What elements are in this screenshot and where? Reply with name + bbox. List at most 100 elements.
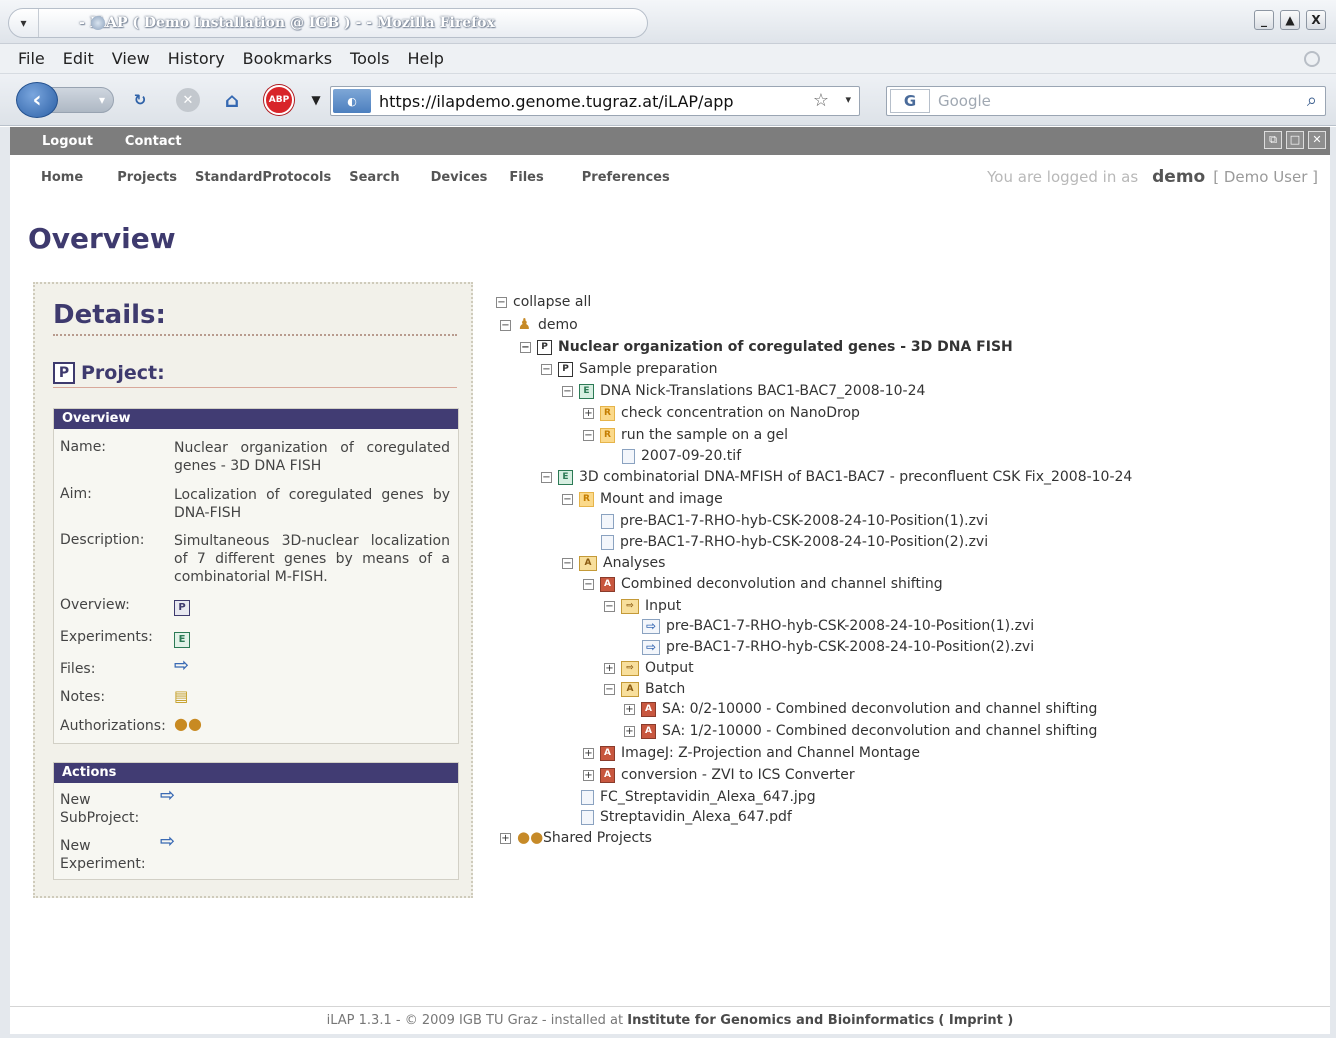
- arrow-right-icon[interactable]: ⇨: [160, 785, 175, 806]
- tree-node-analysis[interactable]: + A conversion - ZVI to ICS Converter: [583, 765, 855, 785]
- tree-node-file[interactable]: Streptavidin_Alexa_647.pdf: [581, 807, 792, 827]
- tree-node-label[interactable]: Analyses: [603, 555, 665, 571]
- url-text[interactable]: https://ilapdemo.genome.tugraz.at/iLAP/a…: [379, 92, 734, 111]
- notes-link[interactable]: ▤: [174, 687, 450, 706]
- institute-link[interactable]: Institute for Genomics and Bioinformatic…: [627, 1013, 934, 1028]
- files-link[interactable]: ⇨: [174, 657, 450, 676]
- tree-node-subproject[interactable]: − P Sample preparation: [541, 359, 718, 379]
- minimize-button[interactable]: _: [1254, 10, 1274, 30]
- tree-node-label[interactable]: run the sample on a gel: [621, 427, 788, 443]
- collapse-all-label[interactable]: collapse all: [513, 294, 591, 310]
- collapse-icon[interactable]: −: [562, 385, 573, 397]
- tree-node-analysis[interactable]: + A ImageJ: Z-Projection and Channel Mon…: [583, 743, 920, 763]
- reload-icon[interactable]: ↻: [128, 88, 152, 112]
- overview-link[interactable]: P: [174, 597, 450, 616]
- expand-icon[interactable]: +: [604, 662, 615, 674]
- collapse-icon[interactable]: −: [562, 493, 573, 505]
- tree-node-label[interactable]: pre-BAC1-7-RHO-hyb-CSK-2008-24-10-Positi…: [666, 618, 1034, 634]
- close-icon[interactable]: ✕: [1308, 131, 1326, 149]
- close-button[interactable]: X: [1306, 10, 1326, 30]
- tree-node-label[interactable]: Batch: [645, 681, 685, 697]
- home-icon[interactable]: ⌂: [220, 88, 244, 112]
- new-experiment-button[interactable]: ⇨: [160, 833, 436, 852]
- tree-node-file[interactable]: 2007-09-20.tif: [622, 446, 741, 466]
- tree-node-label[interactable]: Combined deconvolution and channel shift…: [621, 576, 943, 592]
- arrow-right-icon[interactable]: ⇨: [160, 831, 175, 852]
- expand-icon[interactable]: +: [500, 832, 511, 844]
- tree-node-label[interactable]: check concentration on NanoDrop: [621, 405, 860, 421]
- restore-icon[interactable]: ⧉: [1264, 131, 1282, 149]
- tree-node-analysis[interactable]: + A SA: 0/2-10000 - Combined deconvoluti…: [624, 699, 1097, 719]
- experiments-link[interactable]: E: [174, 629, 450, 648]
- tree-node-file[interactable]: FC_Streptavidin_Alexa_647.jpg: [581, 787, 816, 807]
- tree-node-analysis[interactable]: + A SA: 1/2-10000 - Combined deconvoluti…: [624, 721, 1097, 741]
- bookmark-star-icon[interactable]: ☆: [813, 90, 829, 111]
- site-identity-icon[interactable]: ◐: [333, 89, 371, 113]
- maximize-icon[interactable]: □: [1286, 131, 1304, 149]
- tree-node-label[interactable]: Nuclear organization of coregulated gene…: [558, 339, 1013, 355]
- collapse-icon[interactable]: −: [583, 429, 594, 441]
- collapse-icon[interactable]: −: [496, 296, 507, 308]
- tree-node-label[interactable]: Streptavidin_Alexa_647.pdf: [600, 809, 792, 825]
- tree-node-step[interactable]: − R Mount and image: [562, 489, 723, 509]
- tree-node-file[interactable]: ⇨ pre-BAC1-7-RHO-hyb-CSK-2008-24-10-Posi…: [642, 616, 1034, 636]
- experiment-icon[interactable]: E: [174, 632, 190, 648]
- stop-icon[interactable]: ✕: [176, 88, 200, 112]
- tree-node-label[interactable]: Output: [645, 660, 694, 676]
- tree-node-file[interactable]: pre-BAC1-7-RHO-hyb-CSK-2008-24-10-Positi…: [601, 511, 988, 531]
- collapse-icon[interactable]: −: [520, 341, 531, 353]
- menu-file[interactable]: File: [18, 49, 45, 68]
- tree-node-label[interactable]: pre-BAC1-7-RHO-hyb-CSK-2008-24-10-Positi…: [620, 513, 988, 529]
- collapse-icon[interactable]: −: [500, 319, 511, 331]
- project-icon[interactable]: P: [174, 600, 190, 616]
- collapse-icon[interactable]: −: [562, 557, 573, 569]
- tree-node-label[interactable]: FC_Streptavidin_Alexa_647.jpg: [600, 789, 816, 805]
- expand-icon[interactable]: +: [624, 703, 635, 715]
- tree-node-label[interactable]: Mount and image: [600, 491, 723, 507]
- collapse-all-link[interactable]: − collapse all: [496, 292, 591, 312]
- tree-node-experiment[interactable]: − E 3D combinatorial DNA-MFISH of BAC1-B…: [541, 467, 1132, 487]
- tree-node-label[interactable]: 3D combinatorial DNA-MFISH of BAC1-BAC7 …: [579, 469, 1132, 485]
- nav-search[interactable]: Search: [349, 170, 399, 185]
- forward-button[interactable]: ▾: [50, 87, 114, 113]
- tree-node-shared-projects[interactable]: + ●● Shared Projects: [500, 828, 652, 848]
- tree-node-label[interactable]: Shared Projects: [543, 830, 652, 846]
- collapse-icon[interactable]: −: [604, 600, 615, 612]
- tree-node-label[interactable]: pre-BAC1-7-RHO-hyb-CSK-2008-24-10-Positi…: [620, 534, 988, 550]
- expand-icon[interactable]: +: [583, 747, 594, 759]
- arrow-right-icon[interactable]: ⇨: [174, 655, 189, 676]
- collapse-icon[interactable]: −: [604, 683, 615, 695]
- search-icon[interactable]: ⌕: [1307, 90, 1317, 111]
- tree-node-label[interactable]: ImageJ: Z-Projection and Channel Montage: [621, 745, 920, 761]
- nav-preferences[interactable]: Preferences: [582, 170, 670, 185]
- authorizations-link[interactable]: ●●: [174, 715, 450, 734]
- tree-node-analyses[interactable]: − A Analyses: [562, 553, 665, 573]
- url-dropdown-icon[interactable]: ▾: [845, 93, 851, 106]
- adblock-dropdown-icon[interactable]: ▼: [304, 88, 328, 112]
- tree-node-output[interactable]: + ⇨ Output: [604, 658, 694, 678]
- note-icon[interactable]: ▤: [174, 687, 188, 705]
- tree-node-label[interactable]: conversion - ZVI to ICS Converter: [621, 767, 855, 783]
- tree-node-label[interactable]: Input: [645, 598, 681, 614]
- maximize-button[interactable]: ▲: [1280, 10, 1300, 30]
- tree-node-label[interactable]: 2007-09-20.tif: [641, 448, 741, 464]
- nav-projects[interactable]: Projects: [117, 170, 177, 185]
- tree-node-project[interactable]: − P Nuclear organization of coregulated …: [520, 337, 1013, 357]
- tree-node-step[interactable]: + R check concentration on NanoDrop: [583, 403, 860, 423]
- nav-devices[interactable]: Devices: [431, 170, 488, 185]
- tree-node-step[interactable]: − R run the sample on a gel: [583, 425, 788, 445]
- search-input[interactable]: Google: [938, 92, 991, 110]
- tree-node-label[interactable]: SA: 0/2-10000 - Combined deconvolution a…: [662, 701, 1097, 717]
- users-icon[interactable]: ●●: [174, 714, 202, 733]
- tree-node-label[interactable]: pre-BAC1-7-RHO-hyb-CSK-2008-24-10-Positi…: [666, 639, 1034, 655]
- nav-standard-protocols[interactable]: StandardProtocols: [195, 170, 331, 185]
- tree-node-file[interactable]: pre-BAC1-7-RHO-hyb-CSK-2008-24-10-Positi…: [601, 532, 988, 552]
- tree-node-batch[interactable]: − A Batch: [604, 679, 685, 699]
- menu-tools[interactable]: Tools: [350, 49, 389, 68]
- menu-bookmarks[interactable]: Bookmarks: [243, 49, 332, 68]
- collapse-icon[interactable]: −: [541, 471, 552, 483]
- expand-icon[interactable]: +: [624, 725, 635, 737]
- menu-view[interactable]: View: [112, 49, 150, 68]
- contact-link[interactable]: Contact: [125, 134, 182, 149]
- tree-node-experiment[interactable]: − E DNA Nick-Translations BAC1-BAC7_2008…: [562, 381, 925, 401]
